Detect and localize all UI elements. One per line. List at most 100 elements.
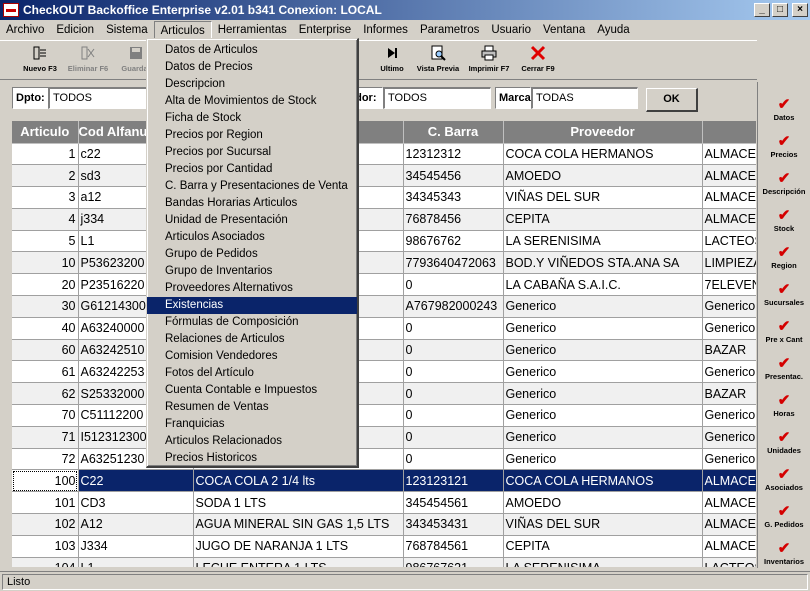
cell-c-barra[interactable]: 0 xyxy=(403,360,504,384)
cell-rubro[interactable]: ALMACEN xyxy=(702,164,756,188)
cell-c-barra[interactable]: 768784561 xyxy=(403,535,504,558)
cell-rubro[interactable]: ALMACEN xyxy=(702,491,756,515)
cell-rubro[interactable]: LACTEOS xyxy=(702,557,756,567)
cell-proveedor[interactable]: VIÑAS DEL SUR xyxy=(503,513,703,536)
cell-c-barra[interactable]: 0 xyxy=(403,339,504,362)
cell-c-barra[interactable]: 343453431 xyxy=(403,513,504,536)
cell-articulo[interactable]: 40 xyxy=(12,317,79,340)
cell-articulo[interactable]: 104 xyxy=(12,557,79,567)
cell-rubro[interactable]: LIMPIEZA xyxy=(702,251,756,275)
minimize-button[interactable]: _ xyxy=(754,3,770,17)
table-row[interactable]: 62 S25332000 0 Generico BAZAR xyxy=(12,382,756,406)
table-row[interactable]: 40 A63240000 0 Generico Generico xyxy=(12,317,756,340)
table-row[interactable]: 70C51112200SCO0GenericoGenerico xyxy=(12,404,756,427)
marca-input[interactable]: TODAS xyxy=(531,87,638,109)
vista-previa-button[interactable]: Vista Previa xyxy=(412,41,464,79)
articles-grid[interactable]: Articulo Cod Alfanu Descripcion C. Barra… xyxy=(12,121,756,567)
cell-articulo[interactable]: 101 xyxy=(12,491,79,515)
sidebar-item[interactable]: ✔ Pre x Cant xyxy=(758,312,810,349)
cell-c-barra[interactable]: 0 xyxy=(403,382,504,406)
ultimo-button[interactable]: Ultimo xyxy=(372,41,412,79)
table-row[interactable]: 20P23516220A0LA CABAÑA S.A.I.C.7ELEVEN xyxy=(12,273,756,297)
sidebar-item[interactable]: ✔ Region xyxy=(758,238,810,275)
maximize-button[interactable]: □ xyxy=(772,3,788,17)
sidebar-item[interactable]: ✔ Datos xyxy=(758,90,810,127)
cell-articulo[interactable]: 61 xyxy=(12,360,79,384)
cell-rubro[interactable]: BAZAR xyxy=(702,339,756,362)
table-row[interactable]: 30 G61214300 A767982000243 Generico Generico xyxy=(12,295,756,318)
cell-proveedor[interactable]: Generico xyxy=(503,295,703,318)
menu-item[interactable]: Articulos Asociados xyxy=(147,229,357,246)
cell-articulo[interactable]: 4 xyxy=(12,208,79,231)
menu-item[interactable]: Existencias xyxy=(147,297,357,314)
table-row[interactable]: 5L198676762LA SERENISIMALACTEOS xyxy=(12,230,756,253)
cell-c-barra[interactable]: 76878456 xyxy=(403,208,504,231)
cerrar-button[interactable]: Cerrar F9 xyxy=(514,41,562,79)
cell-proveedor[interactable]: CEPITA xyxy=(503,535,703,558)
menu-item[interactable]: Bandas Horarias Articulos xyxy=(147,195,357,212)
col-c-barra[interactable]: C. Barra xyxy=(403,121,504,144)
cell-articulo[interactable]: 1 xyxy=(12,143,79,166)
cell-descripcion[interactable]: AGUA MINERAL SIN GAS 1,5 LTS xyxy=(193,513,404,536)
cell-articulo[interactable]: 100 xyxy=(12,469,79,493)
table-row[interactable]: 101CD3SODA 1 LTS345454561AMOEDOALMACEN xyxy=(12,491,756,515)
menu-item[interactable]: Datos de Precios xyxy=(147,59,357,76)
cell-cod-alfanu[interactable]: J334 xyxy=(78,535,194,558)
table-row[interactable]: 3a1234345343VIÑAS DEL SURALMACEN xyxy=(12,186,756,209)
menu-item[interactable]: Franquicias xyxy=(147,416,357,433)
cell-proveedor[interactable]: AMOEDO xyxy=(503,491,703,515)
table-row[interactable]: 104L1LECHE ENTERA 1 LTS986767621LA SEREN… xyxy=(12,557,756,567)
imprimir-button[interactable]: Imprimir F7 xyxy=(464,41,514,79)
cell-c-barra[interactable]: 12312312 xyxy=(403,143,504,166)
cell-cod-alfanu[interactable]: C22 xyxy=(78,469,194,493)
menu-item[interactable]: Comision Vendedores xyxy=(147,348,357,365)
cell-rubro[interactable]: ALMACEN xyxy=(702,513,756,536)
table-row[interactable]: 100 C22 COCA COLA 2 1/4 lts 123123121 COCA C… xyxy=(12,469,756,493)
cell-descripcion[interactable]: JUGO DE NARANJA 1 LTS xyxy=(193,535,404,558)
cell-articulo[interactable]: 70 xyxy=(12,404,79,427)
cell-articulo[interactable]: 3 xyxy=(12,186,79,209)
menu-parametros[interactable]: Parametros xyxy=(414,21,485,39)
sidebar-item[interactable]: ✔ Unidades xyxy=(758,423,810,460)
menu-item[interactable]: Fotos del Artículo xyxy=(147,365,357,382)
cell-proveedor[interactable]: Generico xyxy=(503,426,703,449)
cell-proveedor[interactable]: Generico xyxy=(503,382,703,406)
cell-proveedor[interactable]: COCA COLA HERMANOS xyxy=(503,143,703,166)
sidebar-item[interactable]: ✔ Stock xyxy=(758,201,810,238)
sidebar-item[interactable]: ✔ Inventarios xyxy=(758,534,810,571)
cell-articulo[interactable]: 103 xyxy=(12,535,79,558)
table-row[interactable]: 72 A63251230 0 Generico Generico xyxy=(12,448,756,471)
menu-item[interactable]: Precios Historicos xyxy=(147,450,357,467)
ok-button[interactable]: OK xyxy=(646,88,698,112)
menu-item[interactable]: Unidad de Presentación xyxy=(147,212,357,229)
menu-usuario[interactable]: Usuario xyxy=(485,21,537,39)
table-row[interactable]: 2sd334545456AMOEDOALMACEN xyxy=(12,164,756,188)
cell-cod-alfanu[interactable]: A12 xyxy=(78,513,194,536)
cell-descripcion[interactable]: SODA 1 LTS xyxy=(193,491,404,515)
cell-articulo[interactable]: 71 xyxy=(12,426,79,449)
table-row[interactable]: 103 J334 JUGO DE NARANJA 1 LTS 768784561 CEP… xyxy=(12,535,756,558)
menu-item[interactable]: Resumen de Ventas xyxy=(147,399,357,416)
close-button[interactable]: × xyxy=(792,3,808,17)
cell-c-barra[interactable]: 34545456 xyxy=(403,164,504,188)
menu-item[interactable]: Grupo de Inventarios xyxy=(147,263,357,280)
dpto-input[interactable]: TODOS xyxy=(48,87,148,109)
table-row[interactable]: 102 A12 AGUA MINERAL SIN GAS 1,5 LTS 343453… xyxy=(12,513,756,536)
menu-item[interactable]: Alta de Movimientos de Stock xyxy=(147,93,357,110)
cell-articulo[interactable]: 72 xyxy=(12,448,79,471)
sidebar-item[interactable]: ✔ Sucursales xyxy=(758,275,810,312)
menu-sistema[interactable]: Sistema xyxy=(100,21,154,39)
menu-archivo[interactable]: Archivo xyxy=(0,21,50,39)
cell-c-barra[interactable]: A767982000243 xyxy=(403,295,504,318)
sidebar-item[interactable]: ✔ Asociados xyxy=(758,460,810,497)
cell-c-barra[interactable]: 7793640472063 xyxy=(403,251,504,275)
cell-c-barra[interactable]: 0 xyxy=(403,317,504,340)
menu-item[interactable]: Proveedores Alternativos xyxy=(147,280,357,297)
table-row[interactable]: 71 I512312300 0 Generico Generico xyxy=(12,426,756,449)
cell-articulo[interactable]: 62 xyxy=(12,382,79,406)
sidebar-item[interactable]: ✔ Descripción xyxy=(758,164,810,201)
cell-proveedor[interactable]: LA SERENISIMA xyxy=(503,557,703,567)
cell-articulo[interactable]: 20 xyxy=(12,273,79,297)
cell-proveedor[interactable]: VIÑAS DEL SUR xyxy=(503,186,703,209)
cell-c-barra[interactable]: 0 xyxy=(403,426,504,449)
